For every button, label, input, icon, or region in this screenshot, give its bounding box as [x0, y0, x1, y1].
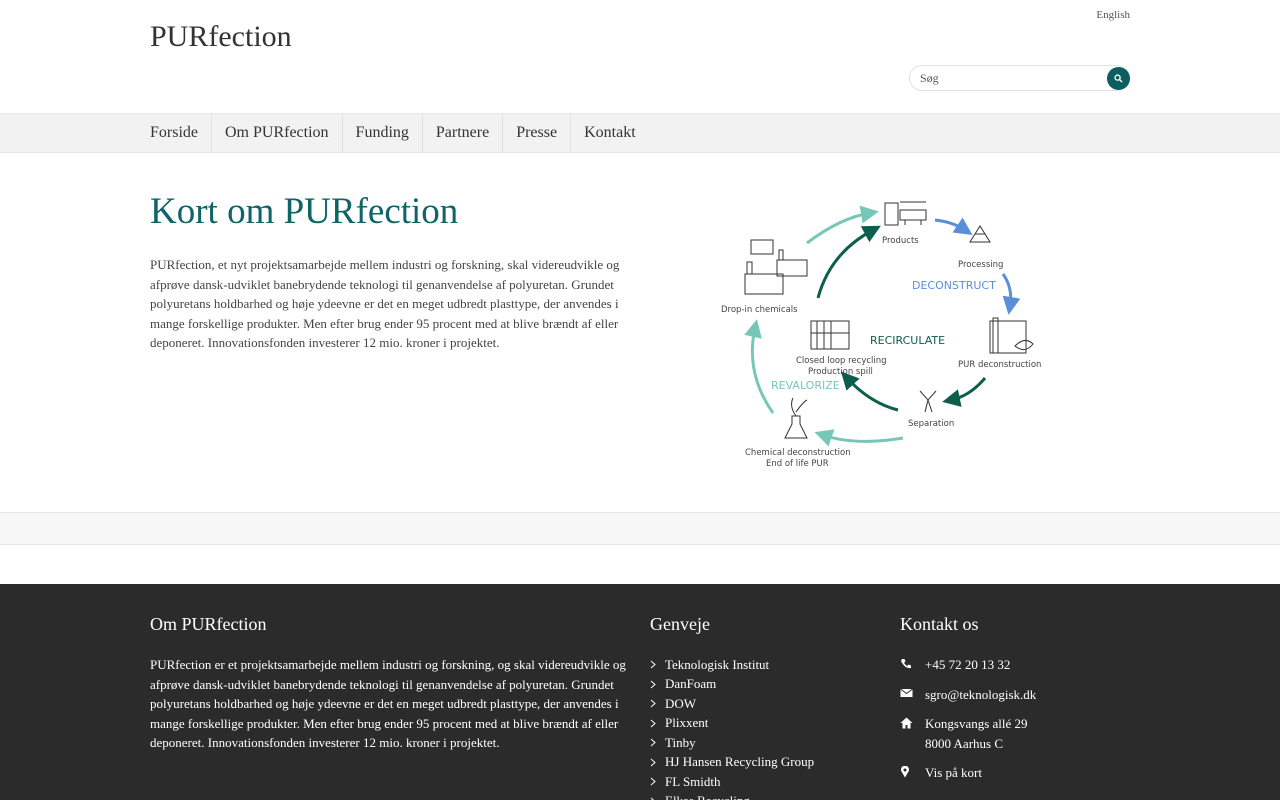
- intro-text: PURfection, et nyt projektsamarbejde mel…: [150, 255, 630, 353]
- contact-phone[interactable]: +45 72 20 13 32: [900, 655, 1036, 675]
- arrow-deconstruct-2: [1003, 274, 1011, 306]
- label-closed-loop: Closed loop recycling: [796, 356, 887, 366]
- envelope-icon: [900, 685, 925, 705]
- search-box: [909, 65, 1130, 91]
- map-pin-icon: [900, 763, 925, 783]
- chevron-right-icon: [650, 797, 665, 806]
- contact-email[interactable]: sgro@teknologisk.dk: [900, 685, 1036, 705]
- contact-map-link[interactable]: Vis på kort: [900, 763, 1036, 783]
- contact-address: Kongsvangs allé 29 8000 Aarhus C: [900, 714, 1036, 753]
- footer-link-tinby[interactable]: Tinby: [650, 733, 814, 753]
- label-end-of-life: End of life PUR: [766, 459, 829, 469]
- search-icon: [1114, 74, 1123, 83]
- arrow-inner-bottom: [847, 378, 898, 410]
- footer-link-label: DanFoam: [665, 676, 716, 692]
- label-products: Products: [882, 236, 919, 246]
- footer-link-label: Tinby: [665, 735, 696, 751]
- footer-link-teknologisk[interactable]: Teknologisk Institut: [650, 655, 814, 675]
- search-button[interactable]: [1107, 67, 1130, 90]
- label-chemical-deconstruction: Chemical deconstruction: [745, 448, 851, 458]
- footer-contact-title: Kontakt os: [900, 614, 979, 635]
- contact-map-text: Vis på kort: [925, 763, 982, 783]
- footer-links-list: Teknologisk Institut DanFoam DOW Plixxen…: [650, 655, 814, 811]
- nav-item-partnere[interactable]: Partnere: [422, 114, 502, 152]
- footer-link-fl-smidth[interactable]: FL Smidth: [650, 772, 814, 792]
- building-icon: [811, 321, 849, 349]
- address-line-2: 8000 Aarhus C: [925, 736, 1003, 751]
- footer-link-label: HJ Hansen Recycling Group: [665, 754, 814, 770]
- nav-item-om-purfection[interactable]: Om PURfection: [211, 114, 342, 152]
- label-processing: Processing: [958, 260, 1003, 270]
- chevron-right-icon: [650, 660, 665, 669]
- chevron-right-icon: [650, 758, 665, 767]
- label-separation: Separation: [908, 419, 954, 429]
- address-line-1: Kongsvangs allé 29: [925, 716, 1028, 731]
- footer-link-plixxent[interactable]: Plixxent: [650, 714, 814, 734]
- label-deconstruct: DECONSTRUCT: [912, 279, 996, 292]
- footer-link-label: DOW: [665, 696, 696, 712]
- arrow-inner-top: [818, 230, 873, 298]
- contact-email-text: sgro@teknologisk.dk: [925, 685, 1036, 705]
- recycle-icon: [970, 226, 990, 242]
- language-link-english[interactable]: English: [1096, 9, 1130, 21]
- arrow-pur-to-separation: [951, 378, 985, 400]
- footer-link-hj-hansen[interactable]: HJ Hansen Recycling Group: [650, 753, 814, 773]
- footer-about-title: Om PURfection: [150, 614, 267, 635]
- label-revalorize: REVALORIZE: [771, 379, 840, 392]
- factories-icon: [745, 240, 807, 294]
- nav-item-forside[interactable]: Forside: [150, 114, 211, 152]
- label-production-spill: Production spill: [808, 367, 873, 377]
- search-input[interactable]: [920, 69, 1100, 87]
- home-icon: [900, 714, 925, 753]
- products-icon: [885, 202, 926, 225]
- separation-icon: [920, 391, 936, 412]
- site-title[interactable]: PURfection: [150, 20, 292, 54]
- recycling-cycle-diagram: Products Processing DECONSTRUCT PUR deco…: [715, 188, 1050, 478]
- nav-item-funding[interactable]: Funding: [342, 114, 422, 152]
- footer-about-text: PURfection er et projektsamarbejde melle…: [150, 655, 630, 753]
- chevron-right-icon: [650, 680, 665, 689]
- label-drop-in-chemicals: Drop-in chemicals: [721, 305, 798, 315]
- nav-item-kontakt[interactable]: Kontakt: [570, 114, 649, 152]
- chevron-right-icon: [650, 777, 665, 786]
- arrow-outer-bottom: [823, 435, 903, 441]
- flask-icon: [785, 398, 807, 438]
- label-pur-deconstruction: PUR deconstruction: [958, 360, 1041, 370]
- footer-contact-list: +45 72 20 13 32 sgro@teknologisk.dk Kong…: [900, 655, 1036, 793]
- contact-phone-text: +45 72 20 13 32: [925, 655, 1010, 675]
- separator-band: [0, 512, 1280, 545]
- footer-link-elkas[interactable]: Elkas Recycling: [650, 792, 814, 811]
- footer-link-label: Elkas Recycling: [665, 793, 750, 809]
- arrow-deconstruct-1: [935, 220, 965, 230]
- footer-link-label: Teknologisk Institut: [665, 657, 769, 673]
- label-recirculate: RECIRCULATE: [870, 334, 945, 347]
- arrow-revalorize: [752, 328, 773, 413]
- footer: Om PURfection PURfection er et projektsa…: [0, 584, 1280, 800]
- chevron-right-icon: [650, 699, 665, 708]
- footer-link-dow[interactable]: DOW: [650, 694, 814, 714]
- chevron-right-icon: [650, 719, 665, 728]
- footer-link-label: FL Smidth: [665, 774, 721, 790]
- nav-item-presse[interactable]: Presse: [502, 114, 570, 152]
- factory-leaf-icon: [990, 318, 1033, 353]
- footer-link-danfoam[interactable]: DanFoam: [650, 675, 814, 695]
- chevron-right-icon: [650, 738, 665, 747]
- phone-icon: [900, 655, 925, 675]
- page-title: Kort om PURfection: [150, 190, 458, 233]
- footer-link-label: Plixxent: [665, 715, 708, 731]
- main-navigation: Forside Om PURfection Funding Partnere P…: [0, 113, 1280, 153]
- contact-address-text: Kongsvangs allé 29 8000 Aarhus C: [925, 714, 1028, 753]
- footer-links-title: Genveje: [650, 614, 710, 635]
